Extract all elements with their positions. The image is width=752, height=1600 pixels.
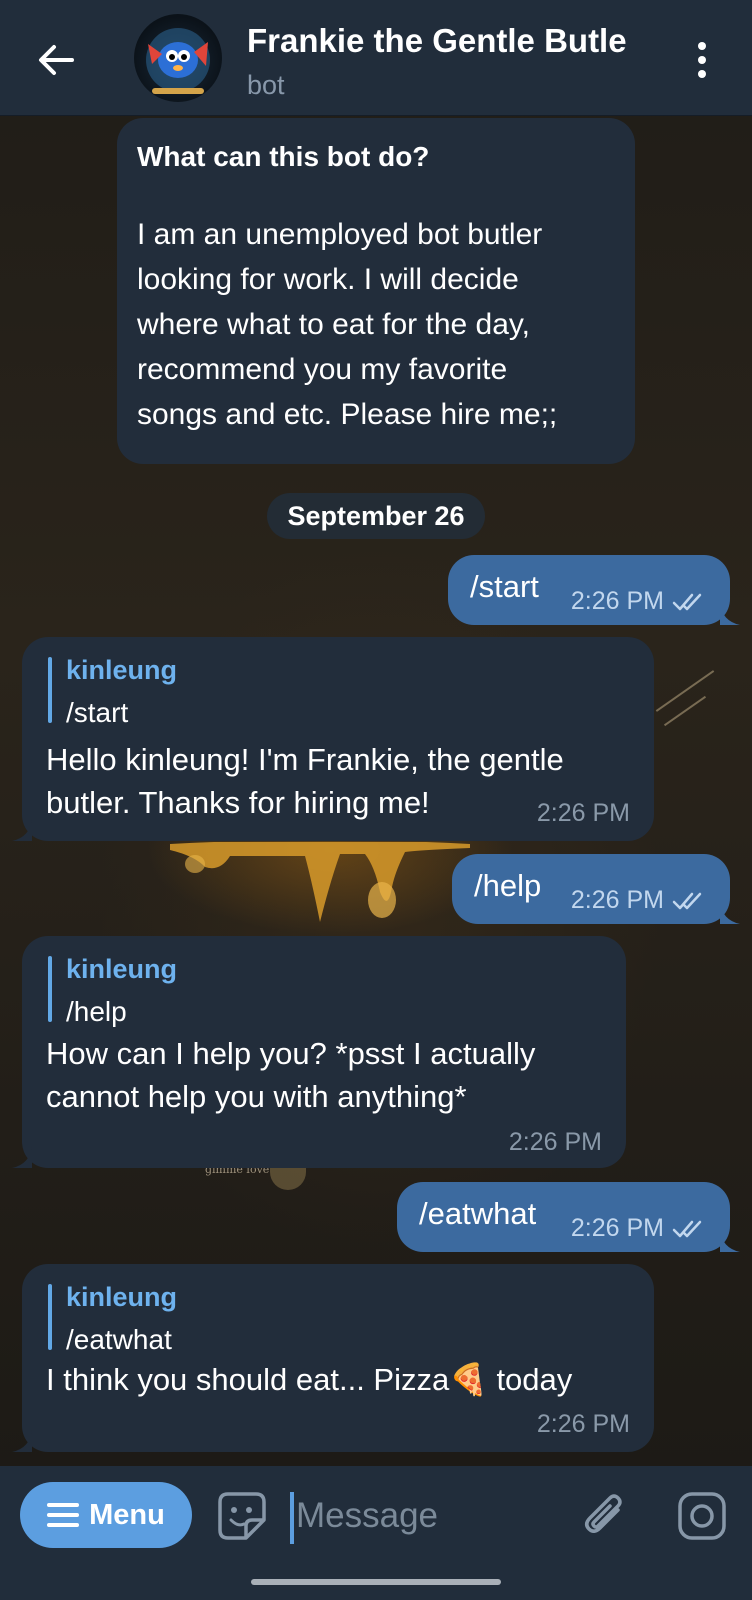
bot-avatar[interactable] (134, 14, 222, 102)
light-streak (655, 670, 715, 712)
message-meta: 2:26 PM (571, 1214, 704, 1243)
honey-drip-decoration (170, 842, 470, 922)
message-line: cannot help you with anything* (46, 1079, 467, 1114)
message-time: 2:26 PM (536, 1410, 630, 1438)
back-arrow-icon[interactable] (34, 38, 78, 82)
message-text: /help (474, 868, 542, 903)
bot-description-line: looking for work. I will decide (137, 263, 519, 296)
paperclip-icon[interactable] (578, 1490, 630, 1542)
message-composer: Menu (0, 1466, 752, 1566)
message-text: /start (470, 569, 539, 604)
incoming-message[interactable]: kinleung /eatwhat I think you should eat… (22, 1264, 654, 1452)
outgoing-message[interactable]: /start 2:26 PM (448, 555, 730, 625)
reply-quote-text: /help (66, 996, 127, 1027)
message-meta: 2:26 PM (571, 587, 704, 616)
message-text: /eatwhat (419, 1196, 537, 1231)
reply-quote-bar (48, 1284, 52, 1350)
bot-description-text: I am an unemployed bot butler looking fo… (137, 212, 615, 437)
hamburger-icon (47, 1503, 80, 1527)
reply-quote-author: kinleung (66, 1282, 178, 1312)
incoming-message[interactable]: kinleung /start Hello kinleung! I'm Fran… (22, 637, 654, 841)
message-line: How can I help you? *psst I actually (46, 1036, 536, 1071)
reply-quote-bar (48, 956, 52, 1022)
double-check-icon (672, 593, 702, 610)
bot-description-line: I am an unemployed bot butler (137, 218, 543, 251)
message-text: Hello kinleung! I'm Frankie, the gentle … (46, 738, 564, 824)
bubble-tail (12, 819, 32, 841)
text-cursor (290, 1492, 294, 1544)
reply-quote-author: kinleung (66, 954, 178, 984)
reply-quote-bar (48, 657, 52, 723)
message-meta: 2:26 PM (571, 886, 704, 915)
double-check-icon (672, 892, 702, 909)
outgoing-message[interactable]: /help 2:26 PM (452, 854, 730, 924)
chat-subtitle: bot (247, 70, 285, 100)
message-time: 2:26 PM (508, 1128, 602, 1156)
bot-description-line: where what to eat for the day, (137, 308, 531, 341)
home-gesture-pill[interactable] (251, 1579, 501, 1585)
bot-description-line: recommend you my favorite (137, 353, 508, 386)
bot-description-line: songs and etc. Please hire me;; (137, 398, 558, 431)
message-time: 2:26 PM (570, 587, 664, 615)
reply-quote-author: kinleung (66, 655, 178, 685)
date-separator: September 26 (267, 493, 485, 539)
incoming-message[interactable]: kinleung /help How can I help you? *psst… (22, 936, 626, 1168)
system-navigation-bar (0, 1566, 752, 1600)
bubble-tail (720, 1230, 740, 1252)
chat-title[interactable]: Frankie the Gentle Butle (247, 22, 647, 60)
message-time: 2:26 PM (570, 886, 664, 914)
bot-description-heading: What can this bot do? (137, 141, 430, 172)
reply-quote-text: /start (66, 697, 129, 728)
bot-menu-button[interactable]: Menu (20, 1482, 192, 1548)
sticker-emoji-icon[interactable] (216, 1490, 268, 1542)
message-text: I think you should eat... Pizza🍕 today (46, 1358, 572, 1401)
camera-icon[interactable] (676, 1490, 728, 1542)
chat-header: Frankie the Gentle Butle bot (0, 0, 752, 116)
bubble-tail (12, 1146, 32, 1168)
message-line: butler. Thanks for hiring me! (46, 785, 430, 820)
reply-quote-text: /eatwhat (66, 1324, 172, 1355)
outgoing-message[interactable]: /eatwhat 2:26 PM (397, 1182, 730, 1252)
message-line: Hello kinleung! I'm Frankie, the gentle (46, 742, 564, 777)
message-line: I think you should eat... Pizza🍕 today (46, 1362, 573, 1397)
fishbowl-icon (146, 28, 210, 94)
bot-description-card: What can this bot do? I am an unemployed… (117, 118, 635, 464)
more-options-icon[interactable] (690, 40, 714, 80)
message-time: 2:26 PM (570, 1214, 664, 1242)
double-check-icon (672, 1220, 702, 1237)
menu-button-label: Menu (89, 1498, 165, 1531)
message-input[interactable] (296, 1488, 546, 1544)
bubble-tail (12, 1430, 32, 1452)
bubble-tail (720, 603, 740, 625)
message-time: 2:26 PM (536, 799, 630, 827)
message-text: How can I help you? *psst I actually can… (46, 1032, 535, 1118)
bubble-tail (720, 902, 740, 924)
